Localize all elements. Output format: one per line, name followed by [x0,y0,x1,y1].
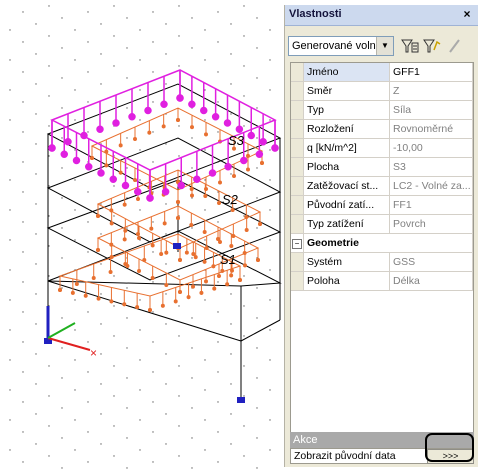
surface-label-s2: S2 [222,192,239,207]
highlight-annotation [425,433,474,462]
property-value[interactable]: FF1 [389,195,473,215]
properties-panel: Vlastnosti × Generované volné ▼ Jméno GF… [284,5,478,467]
surface-label-s3: S3 [228,133,245,148]
panel-title-bar: Vlastnosti × [285,5,478,26]
property-name: Plocha [303,157,390,177]
property-name: Původní zatí... [303,195,390,215]
section-label: Geometrie [303,233,473,253]
surface-label-s1: S1 [220,252,236,267]
collapse-icon[interactable]: − [292,239,302,249]
property-name: Systém [303,252,390,272]
property-name: Zatěžovací st... [303,176,390,196]
property-row[interactable]: Jméno GFF1 [291,63,473,82]
filter-select[interactable]: Generované volné ▼ [288,36,394,56]
action-label: Zobrazit původní data [294,450,396,462]
property-value[interactable]: S3 [389,157,473,177]
property-name: Typ zatížení [303,214,390,234]
filter-edit-icon[interactable] [423,38,441,54]
property-value[interactable]: Z [389,81,473,101]
property-value[interactable]: Rovnoměrné [389,119,473,139]
panel-title: Vlastnosti [289,8,342,20]
chevron-down-icon[interactable]: ▼ [376,37,393,55]
property-row[interactable]: q [kN/m^2] -10,00 [291,138,473,158]
property-value[interactable]: Délka [389,271,473,291]
section-geometrie[interactable]: − Geometrie [291,233,473,253]
property-value[interactable]: LC2 - Volné za... [389,176,473,196]
property-row[interactable]: Původní zatí... FF1 [291,195,473,215]
property-row[interactable]: Typ zatížení Povrch [291,214,473,234]
property-name: Směr [303,81,390,101]
property-row[interactable]: Poloha Délka [291,271,473,291]
close-icon[interactable]: × [460,7,474,21]
filter-select-value: Generované volné [292,40,378,52]
property-name: Typ [303,100,390,120]
property-name: Poloha [303,271,390,291]
property-row[interactable]: Typ Síla [291,100,473,120]
property-row[interactable]: Systém GSS [291,252,473,272]
property-grid: Jméno GFF1 Směr Z Typ Síla Rozložení Rovnom… [290,62,474,464]
pencil-icon[interactable] [446,38,464,54]
property-value[interactable]: Povrch [389,214,473,234]
property-name: Rozložení [303,119,390,139]
property-value[interactable]: Síla [389,100,473,120]
property-value[interactable]: GSS [389,252,473,272]
panel-toolbar: Generované volné ▼ [285,29,478,59]
property-row[interactable]: Zatěžovací st... LC2 - Volné za... [291,176,473,196]
coordinate-axes-icon: × [46,306,97,360]
property-row[interactable]: Plocha S3 [291,157,473,177]
property-row[interactable]: Směr Z [291,81,473,101]
property-value[interactable]: GFF1 [389,63,473,82]
filter-selection-icon[interactable] [401,38,419,54]
property-row[interactable]: Rozložení Rovnoměrné [291,119,473,139]
svg-text:×: × [90,346,97,360]
action-row: Zobrazit původní data >>> [290,433,474,464]
property-name: q [kN/m^2] [303,138,390,158]
property-value[interactable]: -10,00 [389,138,473,158]
property-name: Jméno [303,63,390,82]
